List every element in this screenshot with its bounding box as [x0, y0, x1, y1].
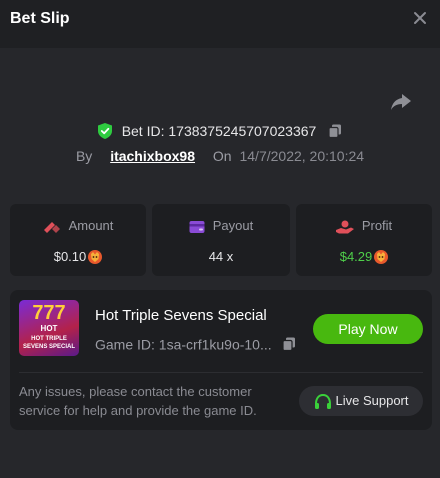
thumbnail-caption: HOT TRIPLE SEVENS SPECIAL	[22, 336, 75, 350]
profit-value: $4.29	[339, 249, 373, 265]
headset-icon	[314, 393, 331, 409]
profit-stat: Profit $4.29	[296, 204, 432, 276]
shield-check-icon	[97, 123, 112, 140]
by-label: By	[75, 148, 93, 164]
amount-icon	[43, 221, 60, 233]
bet-id-label: Bet ID:	[121, 123, 165, 140]
on-label: On	[212, 148, 232, 164]
thumbnail-hot: HOT	[40, 324, 58, 333]
bet-datetime: 14/7/2022, 20:10:24	[239, 148, 365, 164]
payout-stat: Payout 44 x	[152, 204, 290, 276]
bet-id-row: Bet ID: 1738375245707023367	[0, 122, 440, 140]
wallet-icon	[189, 220, 205, 233]
game-card: 777 HOT HOT TRIPLE SEVENS SPECIAL Hot Tr…	[10, 290, 432, 430]
payout-label: Payout	[212, 218, 254, 233]
shib-coin-icon	[374, 249, 389, 264]
live-support-label: Live Support	[335, 393, 409, 408]
play-now-button[interactable]: Play Now	[313, 314, 423, 344]
close-icon[interactable]	[412, 10, 428, 26]
divider	[19, 372, 423, 373]
game-thumbnail[interactable]: 777 HOT HOT TRIPLE SEVENS SPECIAL	[19, 300, 79, 356]
payout-value: 44 x	[208, 249, 234, 265]
copy-icon[interactable]	[281, 337, 296, 352]
profit-label: Profit	[361, 218, 393, 233]
game-name: Hot Triple Sevens Special	[95, 307, 267, 324]
page-title: Bet Slip	[10, 10, 70, 27]
amount-label: Amount	[68, 218, 114, 233]
support-message: Any issues, please contact the customer …	[19, 384, 257, 418]
live-support-button[interactable]: Live Support	[299, 386, 423, 416]
shib-coin-icon	[88, 249, 103, 264]
copy-icon[interactable]	[328, 124, 342, 139]
game-id-row: Game ID: 1sa-crf1ku9o-10...	[95, 335, 296, 352]
bet-id-value: 1738375245707023367	[168, 123, 317, 140]
thumbnail-number: 777	[32, 302, 66, 324]
amount-value: $0.10	[53, 249, 87, 265]
username-link[interactable]: itachixbox98	[110, 148, 195, 164]
share-icon[interactable]	[390, 92, 412, 112]
bet-author-row: By itachixbox98 On 14/7/2022, 20:10:24	[0, 148, 440, 164]
game-id-text: Game ID: 1sa-crf1ku9o-10...	[95, 336, 272, 353]
amount-stat: Amount $0.10	[10, 204, 146, 276]
header-bar: Bet Slip	[0, 0, 440, 48]
profit-hand-icon	[335, 220, 354, 234]
